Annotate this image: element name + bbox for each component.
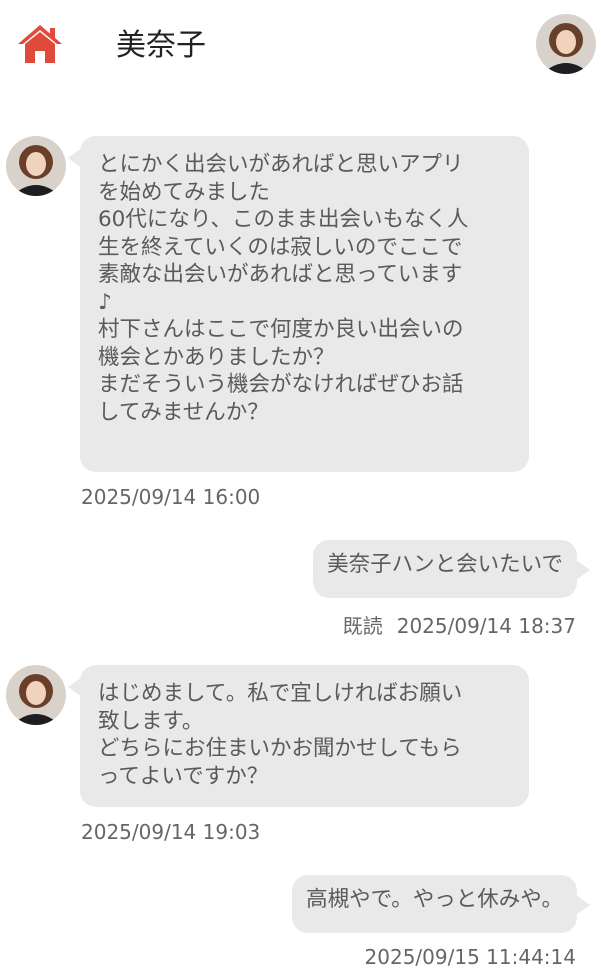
home-icon [18,25,62,63]
sender-avatar[interactable] [6,136,66,196]
message-bubble-incoming: とにかく出会いがあればと思いアプリ を始めてみました 60代になり、このまま出会… [80,136,529,472]
read-receipt: 既読 [342,614,383,638]
profile-avatar[interactable] [536,14,596,74]
message-bubble-outgoing: 美奈子ハンと会いたいで [313,540,577,598]
page-title: 美奈子 [116,28,206,63]
message-meta: 既読 2025/09/14 18:37 [343,610,576,639]
home-button[interactable] [16,22,64,66]
message-timestamp: 2025/09/15 11:44:14 [364,945,576,969]
message-timestamp: 2025/09/14 18:37 [396,614,576,638]
chat-header: 美奈子 [0,0,601,90]
bubble-tail [576,895,590,915]
message-timestamp: 2025/09/14 16:00 [81,485,261,509]
sender-avatar[interactable] [6,665,66,725]
message-timestamp: 2025/09/14 19:03 [81,820,261,844]
message-bubble-incoming: はじめまして。私で宜しければお願い 致します。 どちらにお住まいかお聞かせしても… [80,665,529,807]
bubble-tail [576,560,590,580]
message-bubble-outgoing: 高槻やで。やっと休みや。 [292,875,577,933]
